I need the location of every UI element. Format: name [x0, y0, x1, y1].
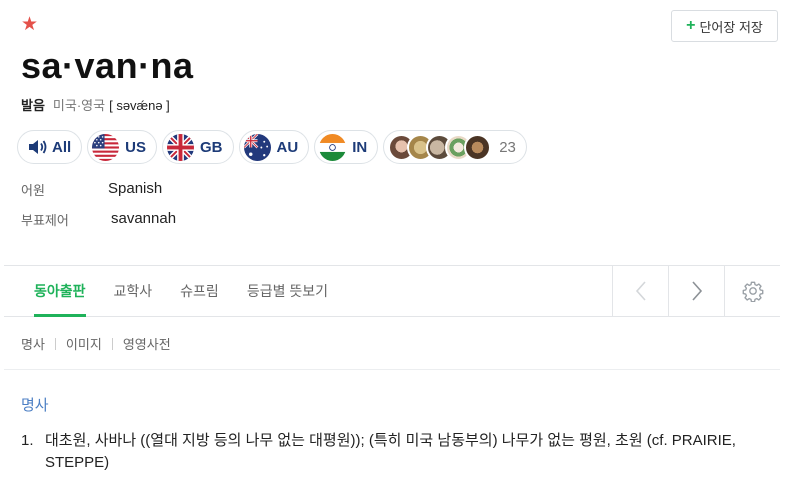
gear-icon [742, 281, 763, 302]
us-flag-icon [92, 133, 120, 161]
audio-gb-button[interactable]: GB [162, 130, 234, 164]
next-tab-button[interactable] [668, 266, 724, 316]
pronunciation-label: 발음 [21, 98, 45, 113]
audio-all-label: All [52, 138, 72, 156]
tab-level-meanings[interactable]: 등급별 뜻보기 [233, 266, 342, 316]
part-of-speech-heading: 명사 [21, 397, 49, 414]
pronunciation-region: 미국·영국 [52, 98, 106, 113]
tab-label: 등급별 뜻보기 [246, 283, 328, 299]
etymology-label: 어원 [21, 183, 45, 198]
audio-in-label: IN [352, 138, 368, 156]
variant-value: savannah [111, 210, 177, 227]
user-recordings-count: 23 [499, 138, 516, 156]
user-recordings-button[interactable]: 23 [383, 130, 527, 164]
chevron-left-icon [635, 281, 646, 301]
tab-dongah[interactable]: 동아출판 [20, 266, 100, 317]
tab-supreme[interactable]: 슈프림 [166, 266, 233, 316]
section-subnav: 명사 이미지 영영사전 [21, 334, 171, 353]
tab-nav [612, 266, 780, 316]
tab-label: 슈프림 [180, 283, 219, 299]
etymology-value: Spanish [108, 180, 163, 197]
speaker-icon [29, 140, 47, 154]
variant-label: 부표제어 [21, 213, 69, 228]
audio-au-label: AU [276, 138, 299, 156]
audio-gb-label: GB [200, 138, 223, 156]
prev-tab-button[interactable] [612, 266, 668, 316]
settings-button[interactable] [724, 266, 780, 316]
section-divider [4, 369, 780, 370]
definition-item: 1. 대초원, 사바나 ((열대 지방 등의 나무 없는 대평원)); (특히 … [21, 430, 781, 474]
in-flag-icon [319, 133, 347, 161]
subnav-divider [111, 337, 113, 350]
audio-us-button[interactable]: US [87, 130, 158, 164]
audio-us-label: US [125, 138, 147, 156]
headword: sa·van·na [21, 45, 194, 86]
audio-au-button[interactable]: AU [238, 130, 310, 164]
audio-chip-row: All US GB AU IN 23 [17, 130, 527, 164]
au-flag-icon [243, 133, 271, 161]
dictionary-tab-bar: 동아출판 교학사 슈프림 등급별 뜻보기 [4, 265, 780, 317]
pronunciation-row: 발음 미국·영국 [ səvǽnə ] [21, 97, 170, 115]
gb-flag-icon [167, 133, 195, 161]
tab-kyohaksa[interactable]: 교학사 [100, 266, 167, 316]
subnav-item-images[interactable]: 이미지 [66, 334, 102, 353]
save-to-wordbook-button[interactable]: + 단어장 저장 [671, 10, 778, 42]
definition-text: 대초원, 사바나 ((열대 지방 등의 나무 없는 대평원)); (특히 미국 … [45, 432, 736, 471]
etymology-row: 어원 Spanish [21, 180, 162, 199]
audio-in-button[interactable]: IN [314, 130, 379, 164]
variant-row: 부표제어 savannah [21, 210, 176, 229]
audio-all-button[interactable]: All [17, 130, 83, 164]
user-avatar [464, 133, 492, 161]
star-icon[interactable]: ★ [21, 14, 38, 34]
subnav-item-english-dictionary[interactable]: 영영사전 [123, 334, 171, 353]
pronunciation-ipa: [ səvǽnə ] [109, 98, 170, 113]
subnav-divider [54, 337, 56, 350]
save-button-label: 단어장 저장 [699, 19, 763, 35]
plus-icon: + [686, 17, 696, 34]
definition-number: 1. [21, 432, 34, 449]
tab-label: 동아출판 [34, 283, 86, 299]
chevron-right-icon [691, 281, 702, 301]
subnav-item-noun[interactable]: 명사 [21, 334, 45, 353]
tab-label: 교학사 [113, 283, 153, 299]
